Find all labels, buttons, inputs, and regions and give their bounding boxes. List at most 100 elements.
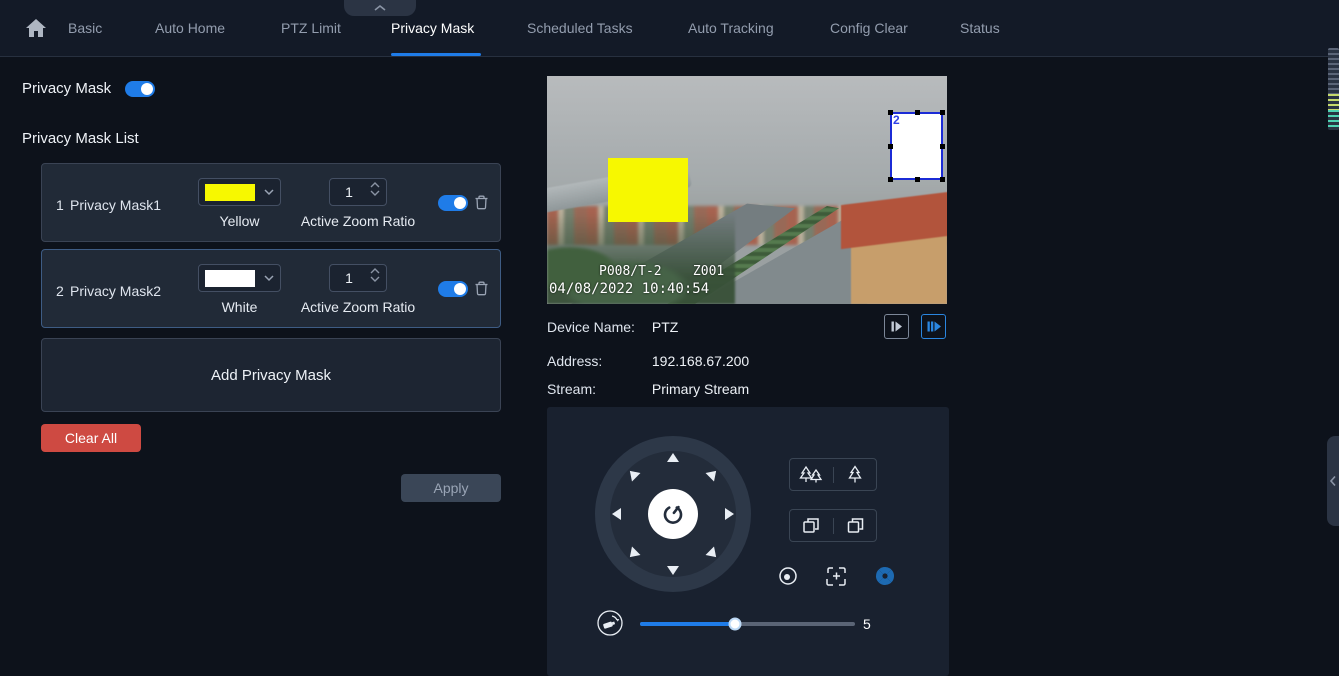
auto-focus-button[interactable] [825, 565, 847, 587]
mask-row-1[interactable]: 1 Privacy Mask1 Yellow 1 Active Zoom Rat… [41, 163, 501, 242]
mask-row-2[interactable]: 2 Privacy Mask2 White 1 Active Zoom Rati… [41, 249, 501, 328]
slider-handle[interactable] [728, 617, 742, 631]
color-name-label: White [221, 299, 258, 315]
scroll-stripe-gray [1328, 48, 1339, 94]
color-name-label: Yellow [219, 213, 260, 229]
spinner-down-icon[interactable] [370, 190, 380, 196]
focus-button-group [789, 509, 877, 542]
chevron-down-icon [264, 189, 274, 196]
focus-near-button[interactable] [834, 510, 877, 541]
pan-left-arrow[interactable] [612, 508, 621, 520]
zoom-ratio-value: 1 [345, 184, 353, 200]
spinner-arrows[interactable] [370, 268, 380, 282]
device-name-row: Device Name: PTZ [547, 319, 678, 335]
slider-fill [640, 622, 735, 626]
live-view[interactable]: 2 P008/T-2 Z001 04/08/2022 10:40:54 [547, 76, 947, 304]
mask-color-select[interactable] [198, 264, 281, 292]
spinner-down-icon[interactable] [370, 276, 380, 282]
collapse-panel-handle-right[interactable] [1327, 436, 1339, 526]
zoom-ratio-label: Active Zoom Ratio [300, 213, 416, 229]
mask-enable-toggle[interactable] [438, 281, 468, 297]
focus-auto-icon [826, 567, 846, 586]
ptz-speed-button[interactable] [596, 609, 624, 637]
iris-dot-icon [779, 567, 797, 585]
color-swatch [205, 269, 255, 287]
vertical-scrollbar-thumb[interactable] [1328, 48, 1339, 130]
resize-handle-mid-left[interactable] [888, 144, 893, 149]
toggle-knob [454, 197, 466, 209]
chevron-left-icon [1329, 475, 1336, 487]
resize-handle-bottom-left[interactable] [888, 177, 893, 182]
address-label: Address: [547, 353, 603, 369]
tab-ptz-limit[interactable]: PTZ Limit [281, 0, 341, 57]
trash-icon-glyph [475, 281, 488, 296]
zoom-out-trees-icon [799, 465, 823, 482]
ptz-control-panel: 5 [547, 407, 949, 676]
privacy-mask-overlay-1[interactable] [608, 158, 688, 222]
resize-handle-top-left[interactable] [888, 110, 893, 115]
scene-building [841, 190, 947, 304]
stream-row: Stream: Primary Stream [547, 381, 749, 397]
pan-down-arrow[interactable] [667, 566, 679, 575]
toggle-knob [454, 283, 466, 295]
mask-enable-toggle[interactable] [438, 195, 468, 211]
zoom-ratio-input[interactable]: 1 [329, 264, 387, 292]
spinner-arrows[interactable] [370, 182, 380, 196]
add-privacy-mask-button[interactable]: Add Privacy Mask [41, 338, 501, 412]
home-icon-glyph [26, 19, 46, 37]
zoom-in-button[interactable] [834, 459, 877, 490]
resize-handle-bottom-center[interactable] [914, 177, 920, 182]
aperture-button[interactable] [873, 564, 897, 588]
ptz-speed-value: 5 [863, 616, 871, 632]
mask-color-select[interactable] [198, 178, 281, 206]
tab-basic[interactable]: Basic [68, 0, 102, 57]
spinner-up-icon[interactable] [370, 268, 380, 274]
toggle-knob [141, 82, 154, 95]
focus-far-button[interactable] [790, 510, 833, 541]
iris-button[interactable] [777, 565, 799, 587]
zoom-ratio-label: Active Zoom Ratio [300, 299, 416, 315]
osd-camera-label: P008/T-2 Z001 [599, 264, 725, 279]
multi-step-play-button[interactable] [921, 314, 946, 339]
delete-mask-icon[interactable] [472, 279, 491, 298]
tab-auto-home[interactable]: Auto Home [155, 0, 225, 57]
top-navigation: Basic Auto Home PTZ Limit Privacy Mask S… [0, 0, 1339, 57]
focus-far-icon [803, 517, 819, 533]
delete-mask-icon[interactable] [472, 193, 491, 212]
device-name-label: Device Name: [547, 319, 635, 335]
scroll-stripe-teal [1328, 110, 1339, 130]
ptz-power-button[interactable] [648, 489, 698, 539]
privacy-mask-toggle[interactable] [125, 80, 156, 97]
zoom-out-button[interactable] [790, 459, 833, 490]
resize-handle-top-right[interactable] [940, 110, 945, 115]
mask-name: Privacy Mask2 [70, 283, 162, 299]
color-swatch [205, 183, 255, 201]
pan-right-arrow[interactable] [725, 508, 734, 520]
zoom-in-tree-icon [848, 464, 862, 482]
apply-button[interactable]: Apply [401, 474, 501, 502]
tab-status[interactable]: Status [960, 0, 1000, 57]
osd-timestamp: 04/08/2022 10:40:54 [549, 281, 710, 297]
mask-index: 2 [56, 283, 64, 299]
step-play-icon [891, 321, 902, 332]
tab-scheduled-tasks[interactable]: Scheduled Tasks [527, 0, 633, 57]
zoom-ratio-input[interactable]: 1 [329, 178, 387, 206]
tab-config-clear[interactable]: Config Clear [830, 0, 908, 57]
step-play-button[interactable] [884, 314, 909, 339]
chevron-down-icon [264, 275, 274, 282]
spinner-up-icon[interactable] [370, 182, 380, 188]
resize-handle-mid-right[interactable] [940, 144, 945, 149]
privacy-mask-label: Privacy Mask [22, 80, 112, 97]
resize-handle-bottom-right[interactable] [940, 177, 945, 182]
power-icon [663, 505, 683, 524]
aperture-icon [875, 566, 895, 586]
pan-tilt-dpad[interactable] [595, 436, 751, 592]
clear-all-button[interactable]: Clear All [41, 424, 141, 452]
privacy-mask-overlay-2-selected[interactable]: 2 [888, 110, 945, 182]
collapse-panel-handle-top[interactable] [344, 0, 416, 16]
resize-handle-top-center[interactable] [914, 110, 920, 115]
home-icon[interactable] [24, 16, 48, 40]
tab-auto-tracking[interactable]: Auto Tracking [688, 0, 774, 57]
pan-up-arrow[interactable] [667, 453, 679, 462]
ptz-speed-slider[interactable] [640, 617, 855, 631]
